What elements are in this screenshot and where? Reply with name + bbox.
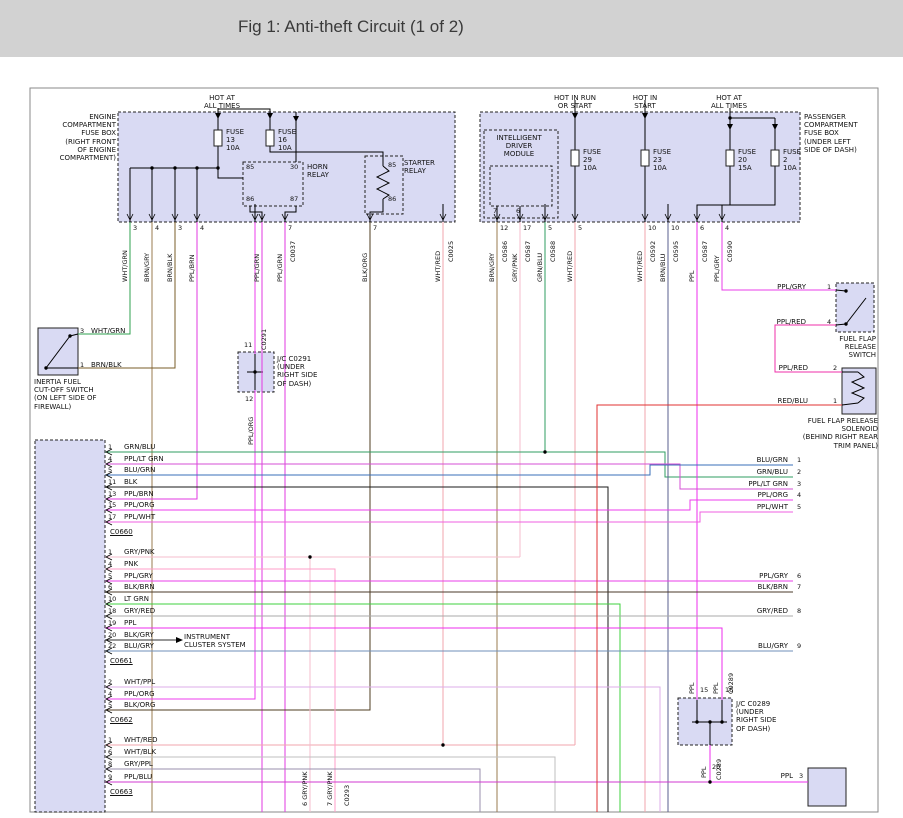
wire-brn-blk <box>78 222 175 368</box>
junction-dot <box>150 166 153 169</box>
bottom-right-box <box>808 768 846 806</box>
wire-ppl-red <box>775 325 842 372</box>
wire-wht-grn <box>78 222 130 334</box>
junction-dot <box>253 370 256 373</box>
wire-ppl-wht <box>105 512 793 522</box>
wire-blk <box>105 487 608 812</box>
wire-ppl-brn <box>105 222 197 499</box>
fuse-symbol <box>771 150 779 166</box>
junction-dot <box>68 334 71 337</box>
wire-wht-blk <box>105 757 555 812</box>
junction-dot <box>543 450 546 453</box>
junction-dot <box>720 720 723 723</box>
wire-ppl <box>105 628 722 700</box>
fuse-symbol <box>266 130 274 146</box>
junction-dot <box>728 116 731 119</box>
junction-dot <box>695 720 698 723</box>
junction-dot <box>844 289 847 292</box>
junction-dot <box>708 780 711 783</box>
wire-ppl-org <box>105 500 793 510</box>
right-arrow <box>176 637 183 643</box>
junction-dot <box>44 366 47 369</box>
wire-ppl-gry <box>722 222 836 290</box>
wire-ppl-org <box>105 390 255 699</box>
fuel-flap-solenoid-box <box>842 368 876 414</box>
fuse-symbol <box>214 130 222 146</box>
junction-dot <box>308 555 311 558</box>
fuse-symbol <box>571 150 579 166</box>
fuse-symbol <box>726 150 734 166</box>
wire-blu-grn <box>105 465 793 475</box>
wire-red-blu <box>597 405 842 812</box>
junction-dot <box>173 166 176 169</box>
wire-ppl <box>710 745 808 782</box>
wire-wht-ppl <box>105 687 660 812</box>
junction-dot <box>195 166 198 169</box>
wiring-diagram <box>0 0 903 818</box>
intelligent-driver-module-box <box>484 130 558 218</box>
wire-pnk <box>105 569 335 812</box>
wire-gry-ppl <box>105 769 480 812</box>
junction-dot <box>708 720 711 723</box>
diagram-canvas: HOT ATALL TIMESHOT IN RUNOR STARTHOT INS… <box>0 0 903 818</box>
wire-blk-org <box>105 222 370 710</box>
instrument-cluster-box <box>35 440 105 812</box>
junction-dot <box>844 322 847 325</box>
fuse-symbol <box>641 150 649 166</box>
junction-dot <box>216 166 219 169</box>
page: Fig 1: Anti-theft Circuit (1 of 2) HOT A… <box>0 0 903 818</box>
wire-lt-grn <box>105 604 620 812</box>
junction-dot <box>441 743 444 746</box>
